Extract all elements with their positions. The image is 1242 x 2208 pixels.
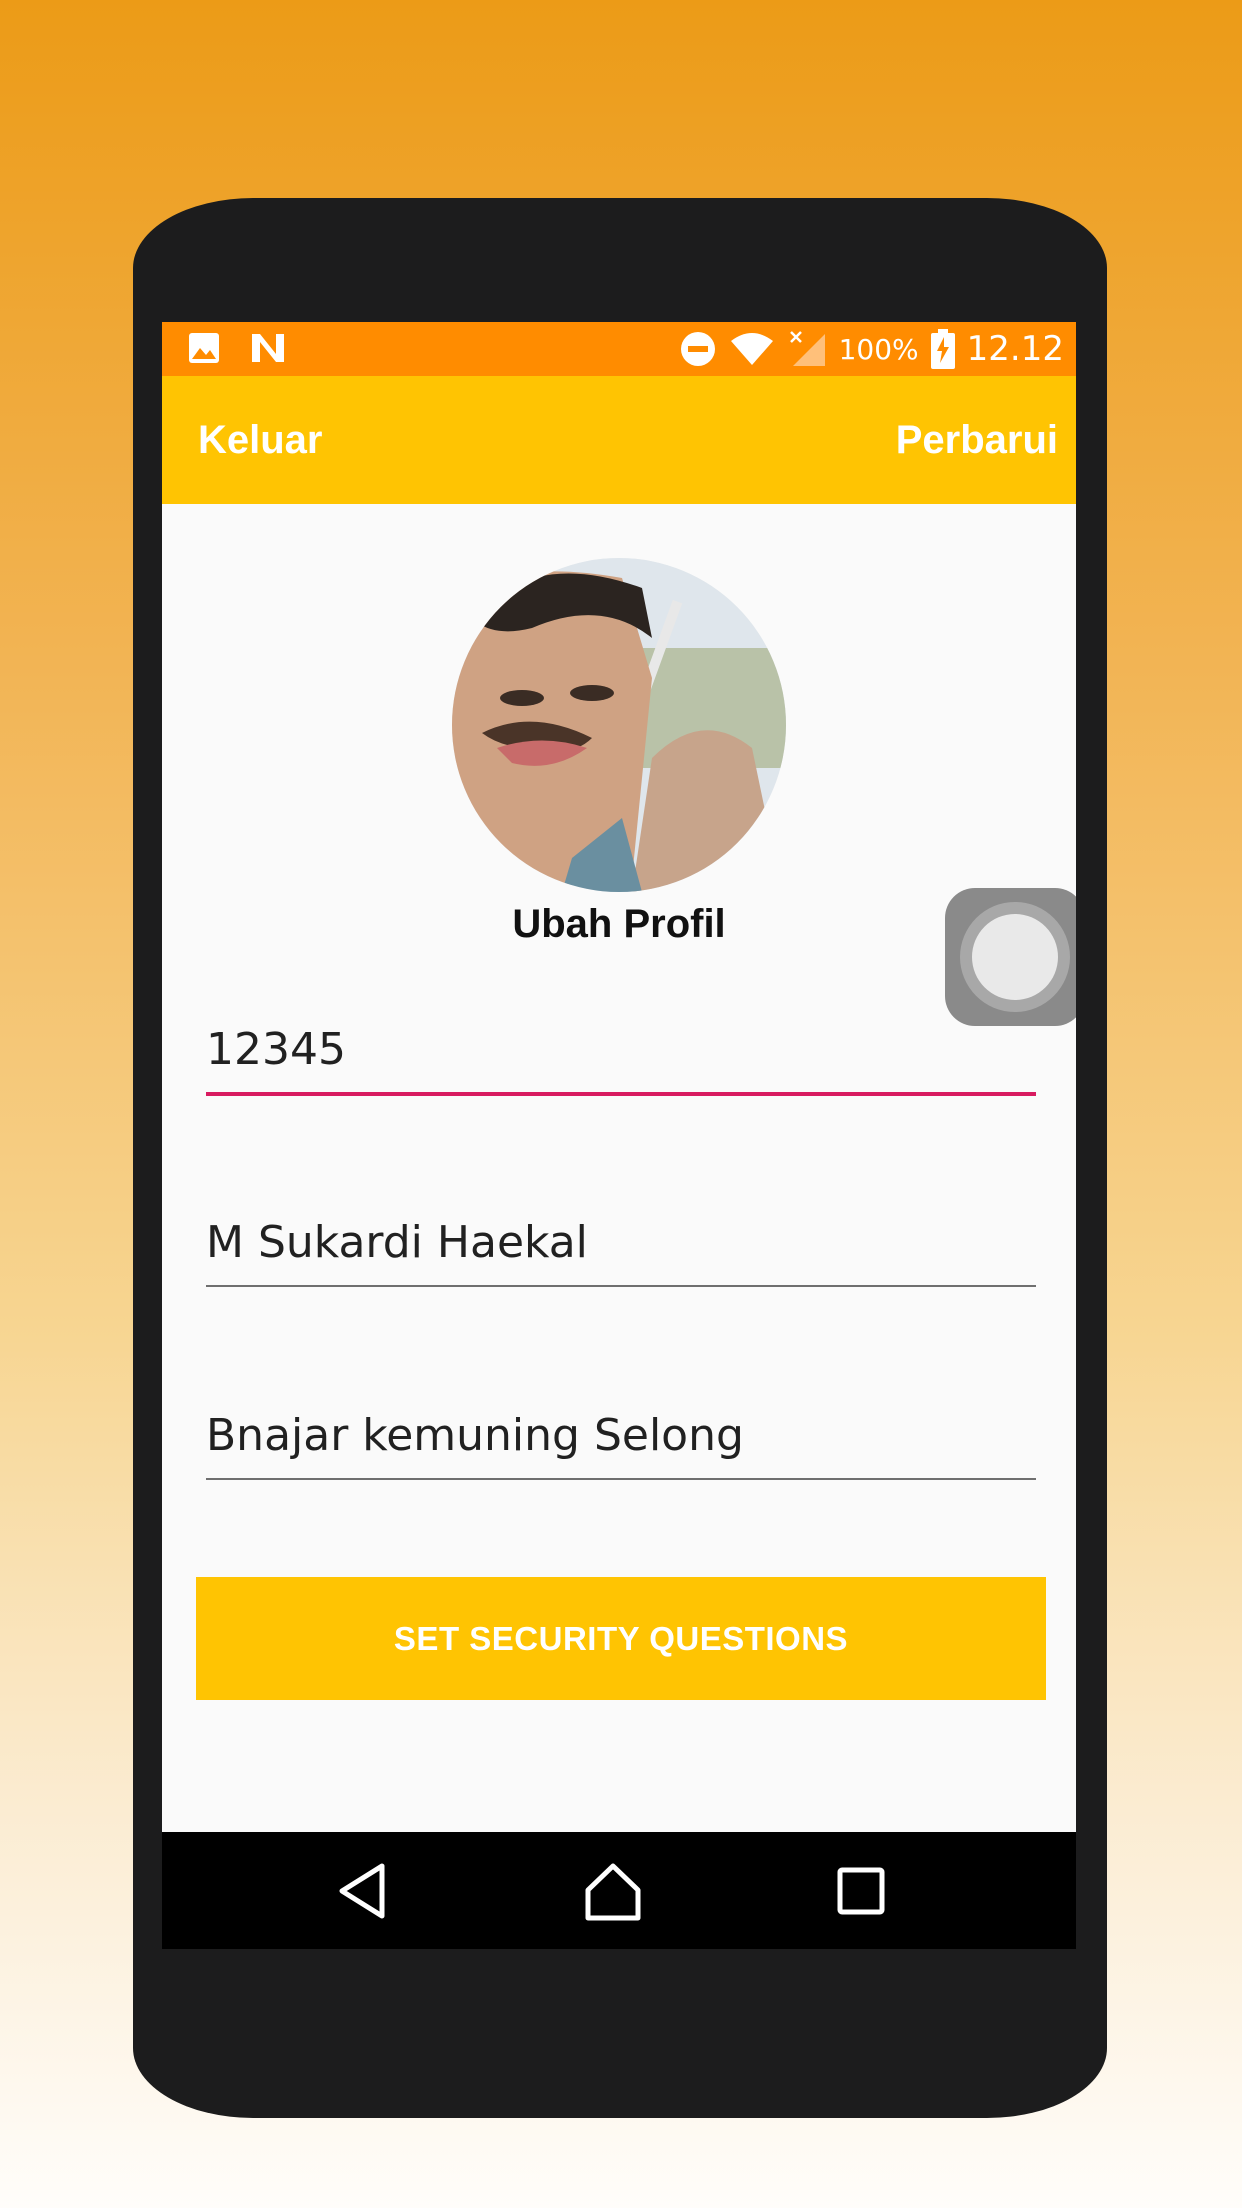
- status-clock: 12.12: [966, 329, 1064, 369]
- logout-button[interactable]: Keluar: [198, 376, 323, 504]
- profile-photo: [452, 558, 786, 892]
- assistive-touch-button[interactable]: [945, 888, 1076, 1026]
- profile-avatar[interactable]: [452, 558, 786, 892]
- recent-apps-icon[interactable]: [826, 1856, 896, 1926]
- address-input[interactable]: Bnajar kemuning Selong: [206, 1408, 1036, 1480]
- update-button[interactable]: Perbarui: [896, 376, 1058, 504]
- battery-percentage: 100%: [838, 332, 919, 366]
- name-input[interactable]: M Sukardi Haekal: [206, 1215, 1036, 1287]
- image-icon: [189, 333, 219, 363]
- navigation-bar: [162, 1832, 1076, 1949]
- home-icon[interactable]: [578, 1856, 648, 1926]
- app-bar: Keluar Perbarui: [162, 376, 1076, 504]
- set-security-questions-button[interactable]: SET SECURITY QUESTIONS: [196, 1577, 1046, 1700]
- back-icon[interactable]: [328, 1856, 398, 1926]
- n-icon: [252, 334, 284, 362]
- wifi-icon: [730, 333, 773, 365]
- status-bar: 100% 12.12: [162, 322, 1076, 376]
- app-screen: 100% 12.12 Keluar Perbarui Ubah Profil 1…: [162, 322, 1076, 1949]
- do-not-disturb-icon: [680, 332, 715, 366]
- no-signal-icon: [789, 331, 825, 366]
- edit-profile-title[interactable]: Ubah Profil: [162, 902, 1076, 947]
- assistive-touch-dot: [972, 914, 1058, 1000]
- battery-charging-icon: [930, 329, 955, 369]
- id-input[interactable]: 12345: [206, 1022, 1036, 1096]
